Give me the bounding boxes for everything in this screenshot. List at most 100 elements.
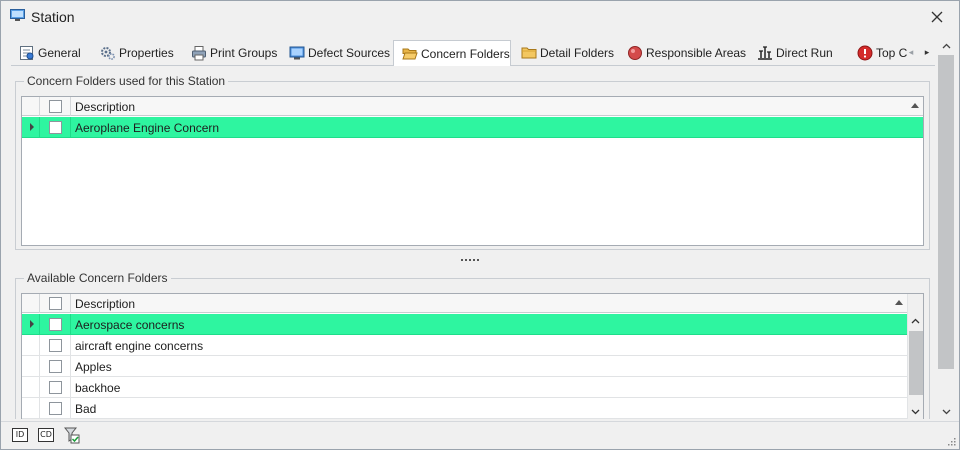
row-check-cell xyxy=(40,335,71,356)
tab-strip: General Properties Print Groups Defect S… xyxy=(11,40,935,67)
table-row[interactable]: Aeroplane Engine Concern xyxy=(22,117,923,138)
monitor-icon xyxy=(289,46,305,60)
tab-print-groups[interactable]: Print Groups xyxy=(183,40,279,66)
concern-folders-panel: Concern Folders used for this Station De… xyxy=(11,66,935,419)
used-folders-group: Concern Folders used for this Station De… xyxy=(15,74,930,250)
tab-top-cc-clip: Top Cc xyxy=(849,40,907,66)
tab-scroll-left-button[interactable]: ◂ xyxy=(904,44,918,60)
tab-label: Concern Folders xyxy=(421,46,510,61)
splitter-grip[interactable] xyxy=(461,259,483,263)
row-checkbox[interactable] xyxy=(49,318,62,331)
row-description: Aerospace concerns xyxy=(75,317,185,332)
row-check-cell xyxy=(40,117,71,138)
tab-concern-folders[interactable]: Concern Folders xyxy=(393,40,511,67)
scroll-thumb[interactable] xyxy=(909,331,923,395)
chevron-down-icon xyxy=(942,409,950,415)
row-description: Apples xyxy=(75,359,112,374)
monitor-icon xyxy=(10,9,25,21)
row-check-cell xyxy=(40,314,71,335)
row-description: Aeroplane Engine Concern xyxy=(75,120,220,135)
cd-toggle-button[interactable]: CD xyxy=(38,428,54,442)
tab-responsible-areas[interactable]: Responsible Areas xyxy=(619,40,747,66)
row-checkbox[interactable] xyxy=(49,402,62,415)
row-checkbox[interactable] xyxy=(49,360,62,373)
tab-scroll-right-button[interactable]: ▸ xyxy=(920,44,934,60)
page-scroll-up-button[interactable] xyxy=(937,39,955,53)
tab-defect-sources[interactable]: Defect Sources xyxy=(281,40,393,66)
table-row[interactable]: backhoe xyxy=(22,377,907,398)
sort-ascending-icon xyxy=(895,300,903,305)
used-folders-grid: Description Aeroplane Engine Concern xyxy=(21,96,924,246)
row-pointer-icon xyxy=(30,320,34,328)
grid-header: Description xyxy=(22,294,907,313)
table-row[interactable]: aircraft engine concerns xyxy=(22,335,907,356)
indicator-header xyxy=(22,97,40,116)
row-indicator xyxy=(22,356,40,377)
scroll-up-button[interactable] xyxy=(908,314,923,328)
filter-check-icon[interactable] xyxy=(64,426,80,444)
tab-detail-folders[interactable]: Detail Folders xyxy=(513,40,615,66)
chevron-up-icon xyxy=(942,43,950,49)
description-column-header[interactable]: Description xyxy=(71,294,907,313)
row-check-cell xyxy=(40,377,71,398)
row-checkbox[interactable] xyxy=(49,339,62,352)
grid-vertical-scrollbar[interactable] xyxy=(907,294,923,419)
page-scroll-thumb[interactable] xyxy=(938,55,954,369)
general-icon xyxy=(20,46,34,60)
close-button[interactable] xyxy=(923,5,951,29)
tab-label: Top Cc xyxy=(876,46,907,60)
open-folder-icon xyxy=(402,48,418,59)
folder-icon xyxy=(521,47,537,59)
select-all-checkbox[interactable] xyxy=(49,100,62,113)
tab-top-cc[interactable]: Top Cc xyxy=(849,40,907,66)
row-checkbox[interactable] xyxy=(49,121,62,134)
row-indicator xyxy=(22,117,40,138)
used-folders-legend: Concern Folders used for this Station xyxy=(24,74,229,88)
close-icon xyxy=(931,11,943,23)
description-column-header[interactable]: Description xyxy=(71,97,923,116)
station-window: Station General Properties Print Groups … xyxy=(0,0,960,450)
tab-label: Properties xyxy=(119,46,174,60)
row-description: Bad xyxy=(75,401,97,416)
available-folders-group: Available Concern Folders Description Ae… xyxy=(15,271,930,419)
table-row[interactable]: Bad xyxy=(22,398,907,419)
column-header-label: Description xyxy=(75,99,136,114)
tab-direct-run[interactable]: Direct Run xyxy=(749,40,841,66)
row-indicator xyxy=(22,314,40,335)
direct-run-icon xyxy=(758,46,772,60)
row-indicator xyxy=(22,377,40,398)
scroll-down-button[interactable] xyxy=(908,405,923,419)
window-title: Station xyxy=(31,9,75,25)
chevron-left-icon: ◂ xyxy=(908,46,914,57)
tab-label: Print Groups xyxy=(210,46,278,60)
title-bar: Station xyxy=(1,1,959,35)
chevron-right-icon: ▸ xyxy=(924,46,930,57)
red-circle-icon xyxy=(628,46,642,60)
check-all-header xyxy=(40,97,71,116)
table-row[interactable]: Apples xyxy=(22,356,907,377)
resize-grip-icon[interactable] xyxy=(948,438,956,446)
tab-label: General xyxy=(38,46,81,60)
page-scroll-down-button[interactable] xyxy=(937,405,955,419)
table-row[interactable]: Aerospace concerns xyxy=(22,314,907,335)
row-pointer-icon xyxy=(30,123,34,131)
available-folders-grid: Description Aerospace concerns aircraft … xyxy=(21,293,924,419)
select-all-checkbox[interactable] xyxy=(49,297,62,310)
tab-label: Detail Folders xyxy=(540,46,615,60)
tab-label: Defect Sources xyxy=(308,46,391,60)
id-toggle-button[interactable]: ID xyxy=(12,428,28,442)
tab-label: Responsible Areas xyxy=(646,46,747,60)
check-all-header xyxy=(40,294,71,313)
page-vertical-scrollbar[interactable] xyxy=(937,39,955,421)
status-bar: ID CD xyxy=(1,421,959,449)
row-indicator xyxy=(22,398,40,419)
tab-general[interactable]: General xyxy=(11,40,86,66)
sort-ascending-icon xyxy=(911,103,919,108)
available-folders-legend: Available Concern Folders xyxy=(24,271,171,285)
row-description: aircraft engine concerns xyxy=(75,338,204,353)
row-checkbox[interactable] xyxy=(49,381,62,394)
chevron-up-icon xyxy=(911,318,920,324)
tab-properties[interactable]: Properties xyxy=(92,40,178,66)
gears-icon xyxy=(101,47,115,60)
row-description: backhoe xyxy=(75,380,121,395)
